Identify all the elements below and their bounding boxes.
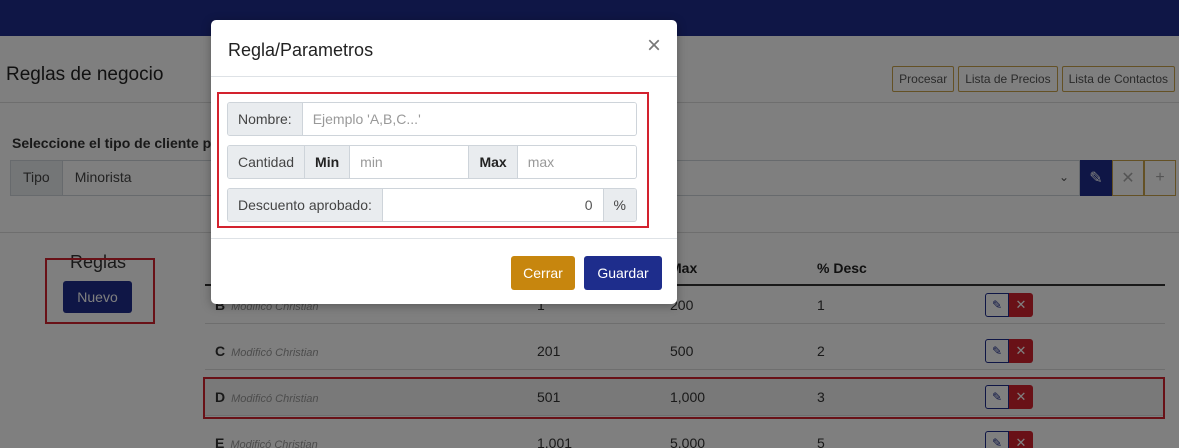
nombre-label: Nombre:: [228, 103, 303, 135]
nombre-input[interactable]: Ejemplo 'A,B,C...': [302, 103, 636, 135]
modal-title: Regla/Parametros: [228, 40, 374, 60]
max-label: Max: [468, 146, 518, 178]
cerrar-button[interactable]: Cerrar: [511, 256, 575, 290]
modal-body: Nombre: Ejemplo 'A,B,C...' Cantidad Min …: [211, 77, 677, 237]
descuento-input-group: Descuento aprobado: 0 %: [227, 188, 637, 222]
descuento-label: Descuento aprobado:: [228, 189, 383, 221]
descuento-input[interactable]: 0: [382, 189, 603, 221]
modal-header: Regla/Parametros ×: [211, 20, 677, 77]
percent-addon: %: [602, 189, 636, 221]
cantidad-label: Cantidad: [228, 146, 306, 178]
max-input[interactable]: max: [517, 146, 636, 178]
close-icon[interactable]: ×: [647, 34, 661, 58]
min-input[interactable]: min: [350, 146, 469, 178]
min-label: Min: [305, 146, 351, 178]
modal-footer: Cerrar Guardar: [211, 238, 677, 304]
guardar-button[interactable]: Guardar: [584, 256, 662, 290]
nombre-input-group: Nombre: Ejemplo 'A,B,C...': [227, 102, 637, 136]
regla-parametros-modal: Regla/Parametros × Nombre: Ejemplo 'A,B,…: [211, 20, 677, 304]
cantidad-input-group: Cantidad Min min Max max: [227, 145, 637, 179]
